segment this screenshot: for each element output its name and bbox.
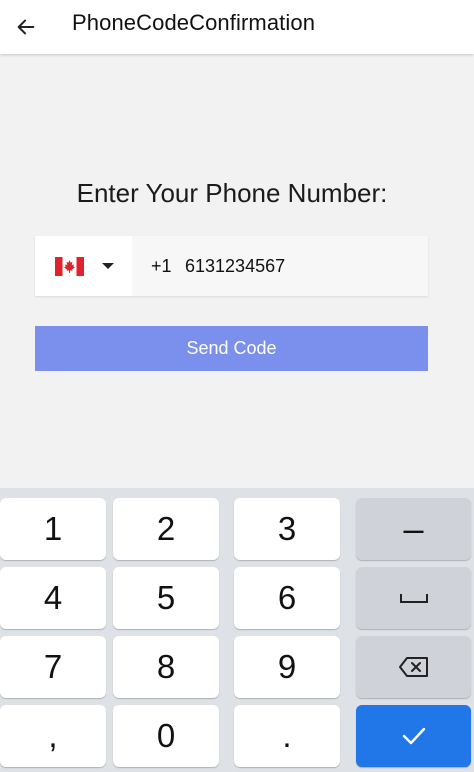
canada-flag-icon bbox=[55, 257, 84, 276]
chevron-down-icon bbox=[102, 263, 114, 269]
arrow-left-icon bbox=[17, 19, 35, 35]
key-0[interactable]: 0 bbox=[113, 705, 219, 767]
key-space[interactable] bbox=[356, 567, 471, 629]
key-7[interactable]: 7 bbox=[0, 636, 106, 698]
backspace-icon bbox=[398, 657, 428, 677]
key-9[interactable]: 9 bbox=[234, 636, 340, 698]
key-enter[interactable] bbox=[356, 705, 471, 767]
send-code-button[interactable]: Send Code bbox=[35, 326, 428, 371]
key-6[interactable]: 6 bbox=[234, 567, 340, 629]
key-5[interactable]: 5 bbox=[113, 567, 219, 629]
phone-number-field: +1 bbox=[35, 236, 428, 296]
minus-label: – bbox=[403, 508, 424, 549]
country-picker[interactable] bbox=[35, 236, 132, 296]
key-minus[interactable]: – bbox=[356, 498, 471, 560]
key-backspace[interactable] bbox=[356, 636, 471, 698]
phone-prompt-heading: Enter Your Phone Number: bbox=[76, 178, 388, 208]
key-4[interactable]: 4 bbox=[0, 567, 106, 629]
phone-number-input[interactable] bbox=[185, 248, 415, 284]
key-8[interactable]: 8 bbox=[113, 636, 219, 698]
key-1[interactable]: 1 bbox=[0, 498, 106, 560]
key-3[interactable]: 3 bbox=[234, 498, 340, 560]
space-icon bbox=[399, 594, 428, 603]
key-comma[interactable]: , bbox=[0, 705, 106, 767]
app-bar: PhoneCodeConfirmation bbox=[0, 0, 474, 54]
numeric-keyboard: 1 2 3 – 4 5 6 7 8 9 , 0 . bbox=[0, 488, 474, 772]
key-period[interactable]: . bbox=[234, 705, 340, 767]
dial-code: +1 bbox=[151, 256, 172, 276]
page-title: PhoneCodeConfirmation bbox=[72, 10, 316, 35]
key-2[interactable]: 2 bbox=[113, 498, 219, 560]
back-button[interactable] bbox=[6, 7, 46, 47]
checkmark-icon bbox=[402, 727, 425, 745]
